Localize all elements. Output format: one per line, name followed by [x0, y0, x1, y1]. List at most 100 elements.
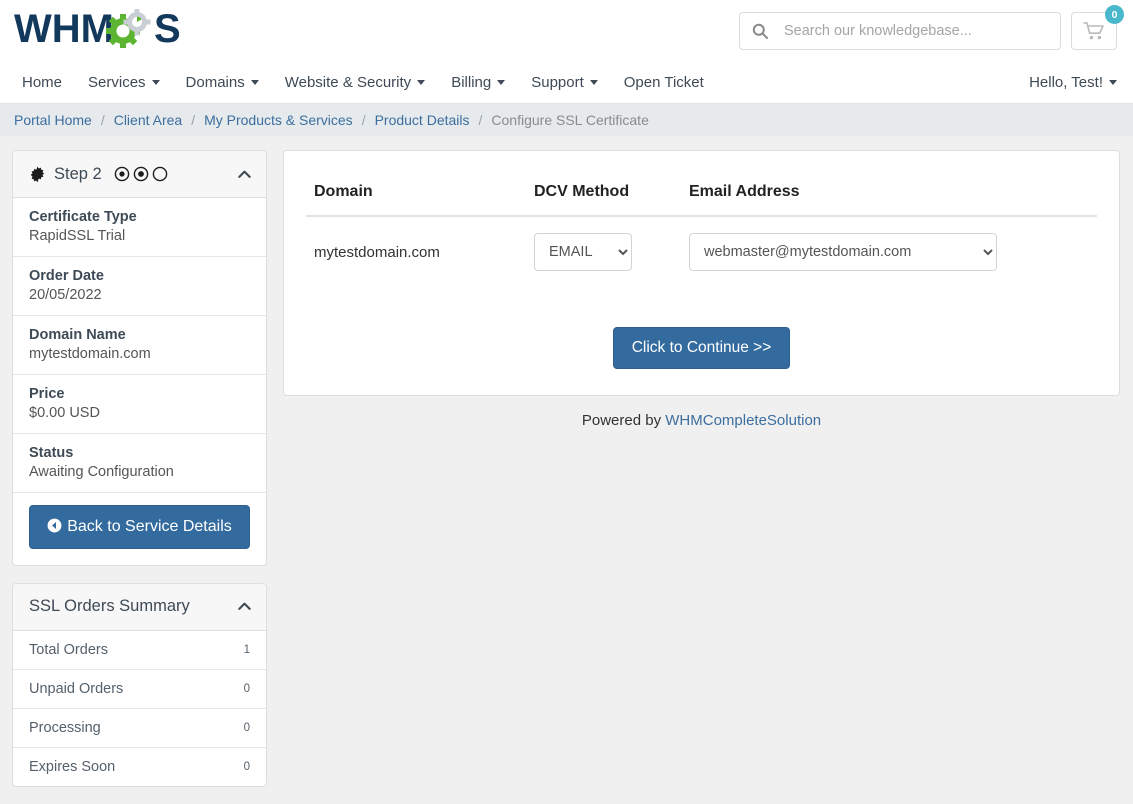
site-header: WHM: [0, 0, 1133, 62]
header-right-tools: 0: [739, 12, 1117, 50]
back-button-label: Back to Service Details: [67, 518, 232, 535]
detail-label: Certificate Type: [29, 209, 250, 225]
summary-label: Expires Soon: [29, 759, 115, 775]
detail-row: Domain Name mytestdomain.com: [13, 316, 266, 375]
nav-item-website-security[interactable]: Website & Security: [285, 74, 425, 91]
detail-label: Status: [29, 445, 250, 461]
nav-label: Domains: [186, 74, 245, 91]
arrow-circle-left-icon: [47, 518, 62, 533]
nav-item-domains[interactable]: Domains: [186, 74, 259, 91]
nav-label: Home: [22, 74, 62, 91]
whmcs-logo-mark: WHM: [14, 9, 204, 53]
detail-value: RapidSSL Trial: [29, 228, 250, 244]
breadcrumb-item-product-details[interactable]: Product Details: [375, 112, 470, 128]
nav-item-home[interactable]: Home: [22, 74, 62, 91]
column-header-domain: Domain: [306, 177, 526, 216]
back-to-service-details-button[interactable]: Back to Service Details: [29, 505, 250, 549]
account-label: Hello, Test!: [1029, 74, 1103, 91]
summary-row-processing[interactable]: Processing 0: [13, 709, 266, 748]
summary-count: 0: [244, 761, 250, 773]
breadcrumb: Portal Home / Client Area / My Products …: [0, 104, 1133, 136]
main-navigation: Home Services Domains Website & Security…: [0, 62, 1133, 104]
nav-label: Open Ticket: [624, 74, 704, 91]
dcv-table: Domain DCV Method Email Address mytestdo…: [306, 177, 1097, 281]
whmcs-logo[interactable]: WHM: [14, 6, 204, 56]
cart-badge: 0: [1105, 5, 1124, 24]
continue-button-wrapper: Click to Continue >>: [306, 327, 1097, 369]
column-header-email-address: Email Address: [681, 177, 1097, 216]
search-icon: [752, 23, 768, 39]
breadcrumb-separator: /: [101, 112, 105, 128]
detail-value: mytestdomain.com: [29, 346, 250, 362]
powered-by-text: Powered by: [582, 412, 665, 429]
summary-row-total-orders[interactable]: Total Orders 1: [13, 631, 266, 670]
svg-text:S: S: [154, 9, 181, 51]
knowledgebase-search[interactable]: [739, 12, 1061, 50]
chevron-down-icon: [590, 80, 598, 85]
chevron-up-icon[interactable]: [236, 598, 253, 615]
breadcrumb-item-portal-home[interactable]: Portal Home: [14, 112, 92, 128]
step-panel-header[interactable]: Step 2: [13, 151, 266, 198]
breadcrumb-item-client-area[interactable]: Client Area: [114, 112, 182, 128]
whmcompletesolution-link[interactable]: WHMCompleteSolution: [665, 412, 821, 429]
step-dot-pending-icon: [152, 166, 168, 182]
breadcrumb-item-my-products-services[interactable]: My Products & Services: [204, 112, 353, 128]
dcv-configuration-card: Domain DCV Method Email Address mytestdo…: [283, 150, 1120, 396]
click-to-continue-button[interactable]: Click to Continue >>: [613, 327, 791, 369]
table-header-row: Domain DCV Method Email Address: [306, 177, 1097, 216]
account-menu-toggle[interactable]: Hello, Test!: [1029, 74, 1117, 91]
detail-label: Price: [29, 386, 250, 402]
cart-button[interactable]: 0: [1071, 12, 1117, 50]
nav-label: Support: [531, 74, 584, 91]
cell-dcv-method: EMAIL: [526, 216, 681, 281]
chevron-down-icon: [417, 80, 425, 85]
nav-item-open-ticket[interactable]: Open Ticket: [624, 74, 704, 91]
nav-label: Website & Security: [285, 74, 411, 91]
detail-row: Order Date 20/05/2022: [13, 257, 266, 316]
chevron-down-icon: [1109, 80, 1117, 85]
account-menu[interactable]: Hello, Test!: [1029, 74, 1117, 91]
main-content: Domain DCV Method Email Address mytestdo…: [283, 150, 1120, 429]
summary-label: Unpaid Orders: [29, 681, 123, 697]
summary-panel-header[interactable]: SSL Orders Summary: [13, 584, 266, 631]
summary-row-expires-soon[interactable]: Expires Soon 0: [13, 748, 266, 786]
summary-label: Total Orders: [29, 642, 108, 658]
summary-count: 1: [244, 644, 250, 656]
gear-icon: [29, 166, 46, 183]
detail-row: Certificate Type RapidSSL Trial: [13, 198, 266, 257]
breadcrumb-separator: /: [191, 112, 195, 128]
summary-count: 0: [244, 722, 250, 734]
detail-value: Awaiting Configuration: [29, 464, 250, 480]
email-address-select[interactable]: webmaster@mytestdomain.com: [689, 233, 997, 271]
ssl-orders-summary-panel: SSL Orders Summary Total Orders 1 Unpaid…: [12, 583, 267, 787]
detail-label: Domain Name: [29, 327, 250, 343]
shopping-cart-icon: [1083, 21, 1105, 41]
detail-value: $0.00 USD: [29, 405, 250, 421]
step-panel-title: Step 2: [54, 165, 102, 184]
nav-item-services[interactable]: Services: [88, 74, 160, 91]
chevron-down-icon: [497, 80, 505, 85]
chevron-up-icon[interactable]: [236, 166, 253, 183]
search-input[interactable]: [782, 22, 1048, 40]
summary-label: Processing: [29, 720, 101, 736]
detail-row: Price $0.00 USD: [13, 375, 266, 434]
nav-label: Billing: [451, 74, 491, 91]
breadcrumb-item-configure-ssl-certificate: Configure SSL Certificate: [491, 112, 648, 128]
nav-item-support[interactable]: Support: [531, 74, 598, 91]
chevron-down-icon: [152, 80, 160, 85]
summary-panel-title: SSL Orders Summary: [29, 597, 190, 616]
table-row: mytestdomain.com EMAIL webmaster@mytestd…: [306, 216, 1097, 281]
sidebar: Step 2: [12, 150, 267, 804]
chevron-down-icon: [251, 80, 259, 85]
cell-email-address: webmaster@mytestdomain.com: [681, 216, 1097, 281]
detail-value: 20/05/2022: [29, 287, 250, 303]
nav-item-billing[interactable]: Billing: [451, 74, 505, 91]
step-dot-current-icon: [133, 166, 149, 182]
nav-label: Services: [88, 74, 146, 91]
summary-row-unpaid-orders[interactable]: Unpaid Orders 0: [13, 670, 266, 709]
summary-count: 0: [244, 683, 250, 695]
cell-domain: mytestdomain.com: [306, 216, 526, 281]
breadcrumb-separator: /: [479, 112, 483, 128]
dcv-method-select[interactable]: EMAIL: [534, 233, 632, 271]
detail-row: Status Awaiting Configuration: [13, 434, 266, 493]
